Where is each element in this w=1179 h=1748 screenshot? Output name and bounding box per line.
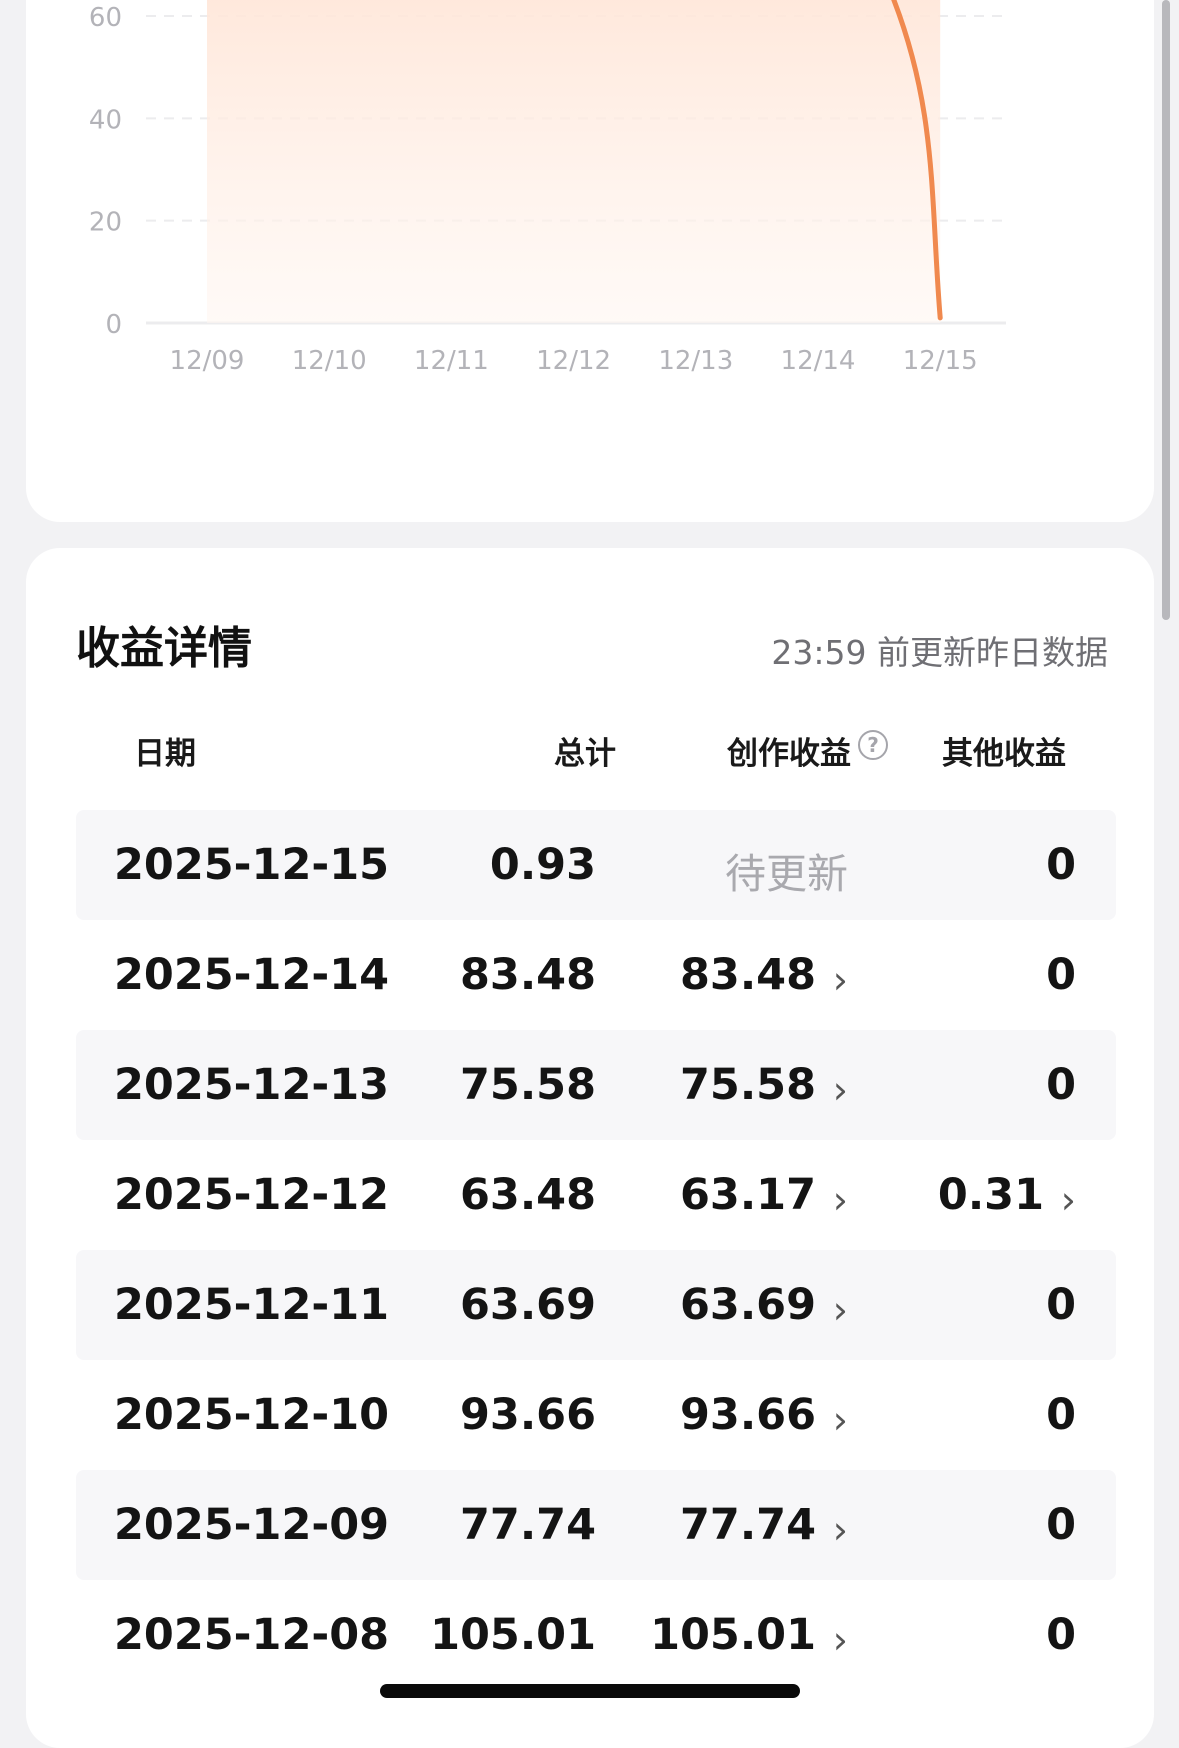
y-tick-label: 40 <box>89 105 122 135</box>
y-tick-label: 0 <box>105 310 122 340</box>
creation-earnings-cell: 待更新 <box>725 850 848 898</box>
y-tick-label: 60 <box>89 3 122 33</box>
x-tick-label: 12/09 <box>170 346 245 376</box>
total-cell: 93.66 <box>459 1390 596 1440</box>
date-cell: 2025-12-14 <box>114 950 390 1000</box>
table-row[interactable]: 2025-12-11 63.69 63.69 0 › <box>76 1250 1116 1360</box>
chevron-right-icon[interactable]: › <box>833 1178 848 1222</box>
table-row[interactable]: 2025-12-09 77.74 77.74 0 › <box>76 1470 1116 1580</box>
earnings-details-card: 收益详情 23:59 前更新昨日数据 日期 总计 创作收益 ? 其他收益 202… <box>26 548 1154 1748</box>
header-date: 日期 <box>134 736 196 772</box>
date-cell: 2025-12-09 <box>114 1500 390 1550</box>
earnings-line-chart: 0 20 40 60 12/09 12/10 12/11 12/12 12/13 12/14 12… <box>89 0 1006 376</box>
chevron-right-icon[interactable]: › <box>833 958 848 1002</box>
earnings-table: 2025-12-15 0.93 待更新 0 2025-12-14 83.48 83.48 0 ›… <box>76 810 1116 1690</box>
scrollbar[interactable] <box>1162 0 1170 620</box>
header-other-earnings: 其他收益 <box>942 736 1066 772</box>
table-row[interactable]: 2025-12-13 75.58 75.58 0 › <box>76 1030 1116 1140</box>
table-row[interactable]: 2025-12-14 83.48 83.48 0 › <box>76 920 1116 1030</box>
date-cell: 2025-12-12 <box>114 1170 390 1220</box>
total-cell: 63.48 <box>459 1170 596 1220</box>
other-earnings-cell: 0 <box>1046 950 1076 1000</box>
other-earnings-cell: 0 <box>1046 840 1076 890</box>
total-cell: 77.74 <box>459 1500 596 1550</box>
table-header: 日期 总计 创作收益 ? 其他收益 <box>76 718 1116 778</box>
other-earnings-cell: 0 <box>1046 1500 1076 1550</box>
chevron-right-icon[interactable]: › <box>1061 1178 1076 1222</box>
chevron-right-icon[interactable]: › <box>833 1288 848 1332</box>
total-cell: 75.58 <box>459 1060 596 1110</box>
total-cell: 105.01 <box>430 1610 596 1660</box>
x-tick-label: 12/14 <box>781 346 856 376</box>
creation-earnings-cell: 63.69 <box>679 1280 816 1330</box>
x-tick-label: 12/11 <box>414 346 489 376</box>
chevron-right-icon[interactable]: › <box>833 1398 848 1442</box>
earnings-chart-card: 0 20 40 60 12/09 12/10 12/11 12/12 12/13 12/14 12… <box>26 0 1154 522</box>
help-icon[interactable]: ? <box>858 730 888 760</box>
header-total: 总计 <box>554 736 616 772</box>
creation-earnings-cell: 77.74 <box>679 1500 816 1550</box>
table-row[interactable]: 2025-12-10 93.66 93.66 0 › <box>76 1360 1116 1470</box>
date-cell: 2025-12-11 <box>114 1280 390 1330</box>
creation-earnings-cell: 83.48 <box>679 950 816 1000</box>
table-row[interactable]: 2025-12-15 0.93 待更新 0 <box>76 810 1116 920</box>
x-tick-label: 12/12 <box>536 346 611 376</box>
date-cell: 2025-12-10 <box>114 1390 390 1440</box>
table-row[interactable]: 2025-12-08 105.01 105.01 0 › <box>76 1580 1116 1690</box>
x-tick-label: 12/15 <box>903 346 978 376</box>
date-cell: 2025-12-15 <box>114 840 390 890</box>
creation-earnings-cell: 63.17 <box>679 1170 816 1220</box>
area-fill <box>207 0 941 323</box>
table-row[interactable]: 2025-12-12 63.48 63.17 0.31 › › <box>76 1140 1116 1250</box>
x-tick-label: 12/10 <box>292 346 367 376</box>
chevron-right-icon[interactable]: › <box>833 1508 848 1552</box>
other-earnings-cell: 0.31 <box>937 1170 1044 1220</box>
other-earnings-cell: 0 <box>1046 1610 1076 1660</box>
creation-earnings-cell: 105.01 <box>650 1610 816 1660</box>
header-creation-earnings: 创作收益 <box>727 736 851 772</box>
chevron-right-icon[interactable]: › <box>833 1618 848 1662</box>
date-cell: 2025-12-08 <box>114 1610 390 1660</box>
update-note: 23:59 前更新昨日数据 <box>771 633 1108 672</box>
total-cell: 83.48 <box>459 950 596 1000</box>
total-cell: 63.69 <box>459 1280 596 1330</box>
creation-earnings-cell: 75.58 <box>679 1060 816 1110</box>
other-earnings-cell: 0 <box>1046 1060 1076 1110</box>
other-earnings-cell: 0 <box>1046 1280 1076 1330</box>
home-indicator <box>380 1684 800 1698</box>
section-title: 收益详情 <box>76 623 252 674</box>
other-earnings-cell: 0 <box>1046 1390 1076 1440</box>
date-cell: 2025-12-13 <box>114 1060 390 1110</box>
creation-earnings-cell: 93.66 <box>679 1390 816 1440</box>
total-cell: 0.93 <box>489 840 596 890</box>
x-tick-label: 12/13 <box>658 346 733 376</box>
y-tick-label: 20 <box>89 208 122 238</box>
chevron-right-icon[interactable]: › <box>833 1068 848 1112</box>
